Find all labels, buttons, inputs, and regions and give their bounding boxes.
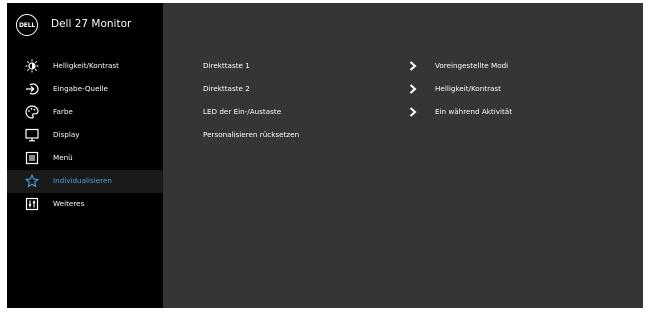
chevron-right-icon [409, 84, 417, 94]
main-menu: Helligkeit/Kontrast Eingabe-Quelle Farbe… [7, 55, 163, 216]
setting-row-reset-personalization[interactable]: Personalisieren rücksetzen [203, 124, 623, 147]
setting-label: Direkttaste 2 [203, 84, 250, 93]
sidebar-item-label: Individualisieren [53, 176, 112, 185]
star-icon [25, 174, 39, 188]
others-icon [25, 197, 39, 211]
sidebar-item-label: Display [53, 130, 80, 139]
sidebar-item-display[interactable]: Display [7, 124, 163, 147]
sidebar: DELL Dell 27 Monitor Helligkeit/Kontrast… [7, 3, 163, 308]
dell-logo: DELL [16, 14, 38, 36]
input-source-icon [25, 82, 39, 96]
menu-icon [25, 151, 39, 165]
setting-value: Voreingestellte Modi [435, 61, 509, 70]
sidebar-item-label: Eingabe-Quelle [53, 84, 108, 93]
setting-label: Direkttaste 1 [203, 61, 250, 70]
display-icon [25, 128, 39, 142]
setting-row-power-button-led[interactable]: LED der Ein-/Austaste Ein während Aktivi… [203, 101, 623, 124]
sidebar-item-menu[interactable]: Menü [7, 147, 163, 170]
sidebar-item-personalize[interactable]: Individualisieren [7, 170, 163, 193]
brightness-icon [25, 59, 39, 73]
sidebar-item-label: Menü [53, 153, 73, 162]
setting-row-shortcut-key-2[interactable]: Direkttaste 2 Helligkeit/Kontrast [203, 78, 623, 101]
sidebar-item-others[interactable]: Weiteres [7, 193, 163, 216]
sidebar-item-brightness-contrast[interactable]: Helligkeit/Kontrast [7, 55, 163, 78]
sidebar-item-label: Farbe [53, 107, 73, 116]
monitor-osd: DELL Dell 27 Monitor Helligkeit/Kontrast… [7, 3, 643, 308]
personalize-panel: Direkttaste 1 Voreingestellte Modi Direk… [203, 55, 623, 147]
chevron-right-icon [409, 61, 417, 71]
chevron-right-icon [409, 107, 417, 117]
osd-header: DELL Dell 27 Monitor [7, 3, 163, 47]
setting-label: LED der Ein-/Austaste [203, 107, 282, 116]
setting-row-shortcut-key-1[interactable]: Direkttaste 1 Voreingestellte Modi [203, 55, 623, 78]
monitor-title: Dell 27 Monitor [51, 18, 132, 30]
setting-value: Helligkeit/Kontrast [435, 84, 501, 93]
setting-value: Ein während Aktivität [435, 107, 513, 116]
setting-label: Personalisieren rücksetzen [203, 130, 300, 139]
sidebar-item-label: Helligkeit/Kontrast [53, 61, 119, 70]
sidebar-item-input-source[interactable]: Eingabe-Quelle [7, 78, 163, 101]
sidebar-item-label: Weiteres [53, 199, 85, 208]
sidebar-item-color[interactable]: Farbe [7, 101, 163, 124]
color-palette-icon [25, 105, 39, 119]
